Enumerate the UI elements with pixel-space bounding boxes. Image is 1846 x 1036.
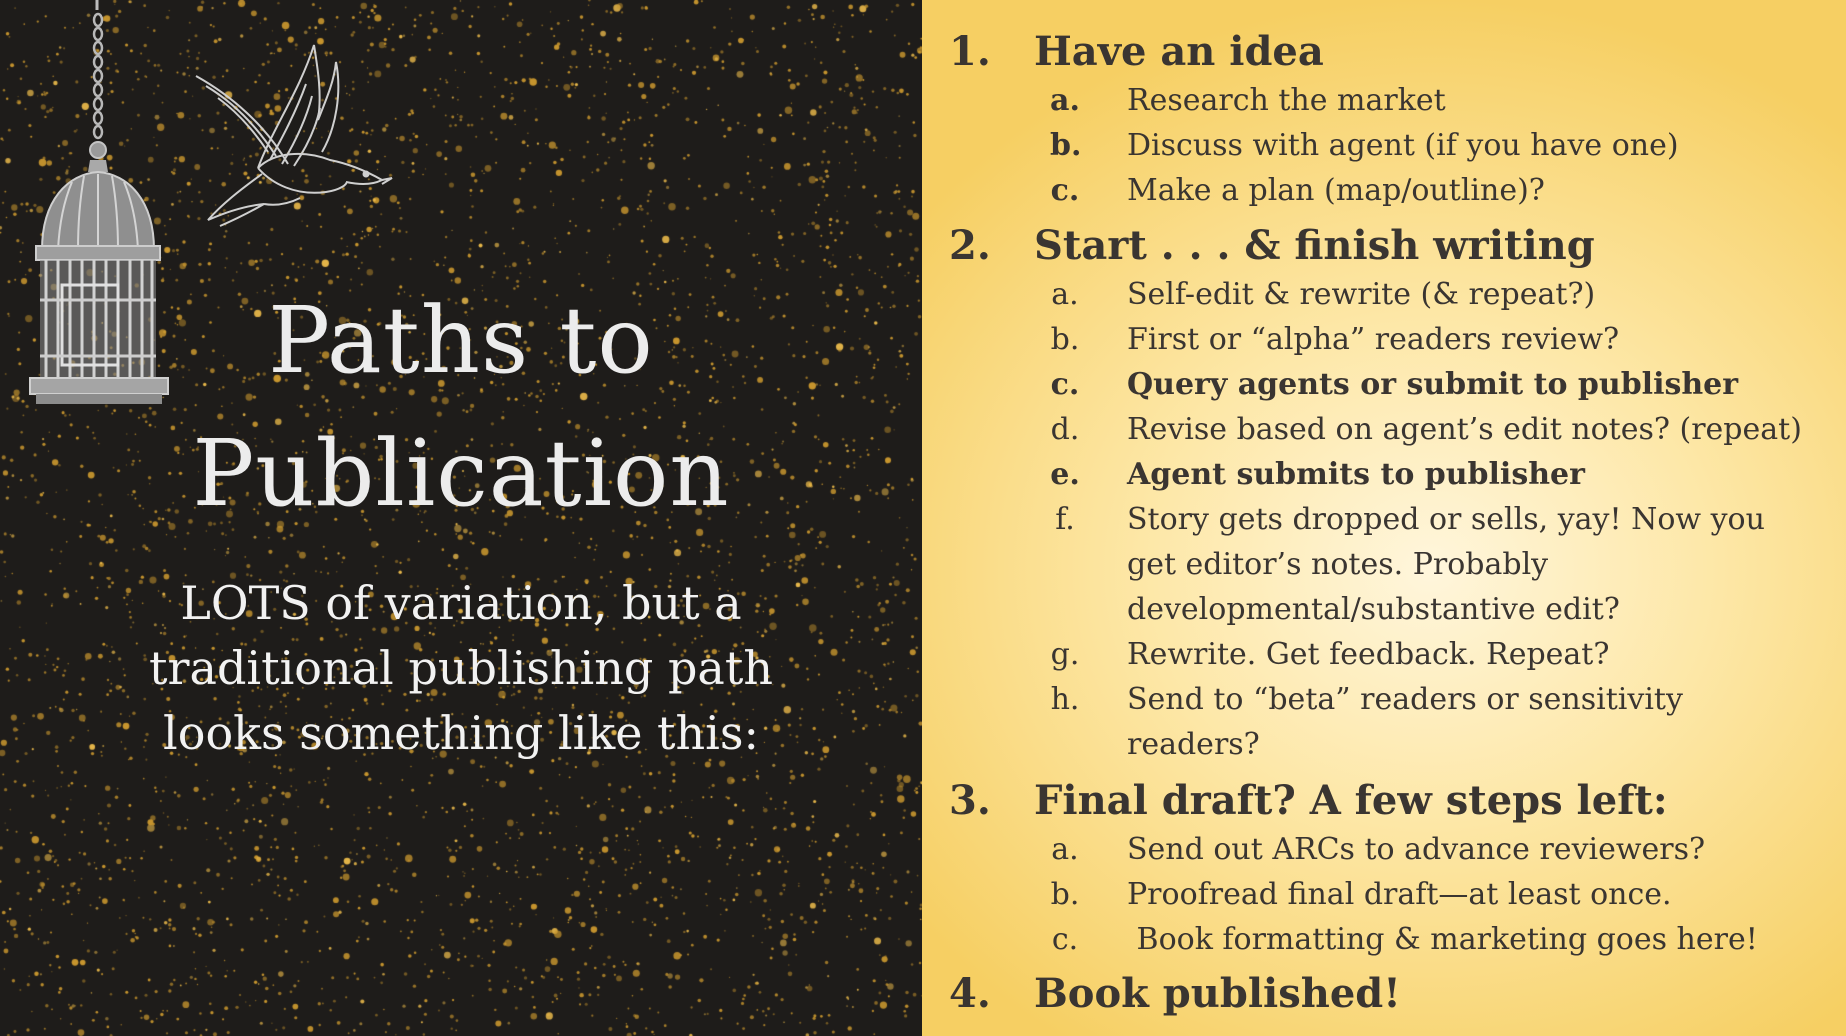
sub-letter: a. — [1051, 277, 1079, 312]
sub-letter: f. — [1055, 502, 1075, 537]
sub-text: Discuss with agent (if you have one) — [1127, 128, 1679, 163]
sub-text: Self-edit & rewrite (& repeat?) — [1127, 277, 1596, 312]
sub-text: Make a plan (map/outline)? — [1127, 173, 1545, 208]
sub-text: get editor’s notes. Probably — [1127, 547, 1549, 582]
sub-letter: c. — [1050, 173, 1080, 208]
sub-text: Story gets dropped or sells, yay! Now yo… — [1127, 502, 1765, 537]
step-title: Final draft? A few steps left: — [1034, 777, 1668, 824]
subtitle-line-2: traditional publishing path — [149, 641, 773, 695]
title-line-2: Publication — [192, 420, 730, 527]
sub-text: Send to “beta” readers or sensitivity — [1127, 682, 1683, 717]
sub-letter: b. — [1050, 128, 1082, 163]
swallow-icon — [195, 44, 393, 227]
sub-text: Rewrite. Get feedback. Repeat? — [1127, 637, 1610, 672]
sub-letter: g. — [1050, 637, 1080, 672]
title-line-1: Paths to — [268, 287, 654, 394]
sub-letter: d. — [1050, 412, 1080, 447]
steps-panel: 1. Have an idea a. Research the market b… — [922, 0, 1846, 1036]
title-panel: Paths to Publication LOTS of variation, … — [0, 0, 922, 1036]
step-title: Have an idea — [1034, 28, 1324, 75]
sub-text: Book formatting & marketing goes here! — [1127, 922, 1758, 957]
sub-text: readers? — [1127, 727, 1260, 762]
sub-letter: b. — [1050, 877, 1080, 912]
sub-text: Revise based on agent’s edit notes? (rep… — [1127, 412, 1802, 447]
step-title: Start . . . & finish writing — [1034, 222, 1595, 269]
subtitle-line-3: looks something like this: — [163, 706, 759, 760]
sub-text: First or “alpha” readers review? — [1127, 322, 1620, 357]
sub-letter: c. — [1050, 367, 1080, 402]
sub-text: Proofread final draft—at least once. — [1127, 877, 1672, 912]
step-number: 2. — [949, 222, 991, 269]
step-title: Book published! — [1034, 970, 1401, 1017]
subtitle-line-1: LOTS of variation, but a — [180, 576, 742, 630]
step-number: 3. — [949, 777, 991, 824]
sub-text: Query agents or submit to publisher — [1127, 367, 1739, 402]
sub-letter: a. — [1051, 832, 1079, 867]
sub-text: Send out ARCs to advance reviewers? — [1127, 832, 1706, 867]
sub-text: developmental/substantive edit? — [1127, 592, 1620, 627]
sub-letter: e. — [1050, 457, 1080, 492]
sub-letter: c. — [1051, 922, 1079, 957]
sub-letter: a. — [1050, 83, 1080, 118]
sub-text: Agent submits to publisher — [1127, 457, 1585, 492]
sub-letter: b. — [1050, 322, 1080, 357]
sub-text: Research the market — [1127, 83, 1446, 118]
step-number: 4. — [949, 970, 991, 1017]
sub-letter: h. — [1050, 682, 1080, 717]
slide: Paths to Publication LOTS of variation, … — [0, 0, 1846, 1036]
step-number: 1. — [949, 28, 991, 75]
